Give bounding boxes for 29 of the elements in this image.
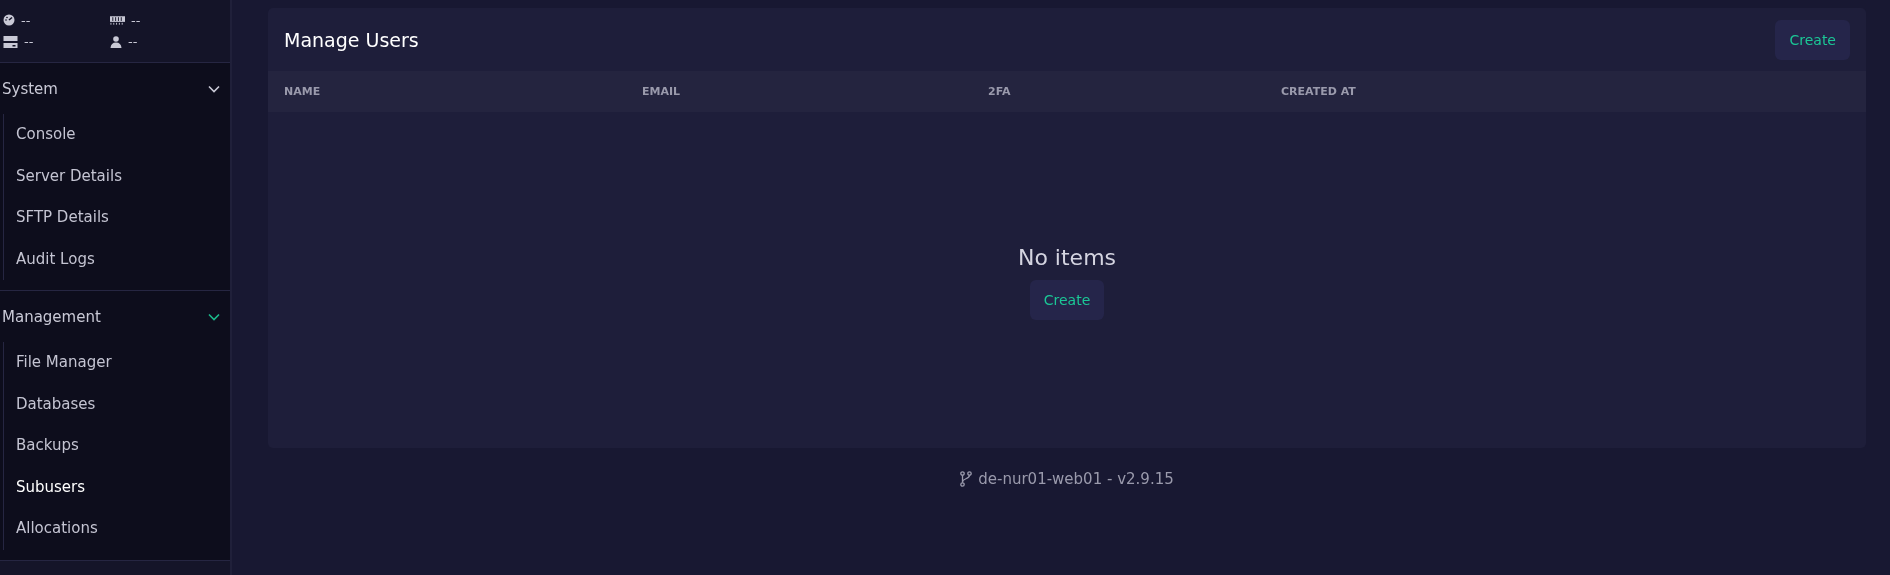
stat-value: -- <box>21 12 31 28</box>
gauge-icon <box>3 14 15 27</box>
stat-value: -- <box>128 34 138 50</box>
sidebar-item[interactable]: File Manager <box>4 342 230 384</box>
server-icon <box>3 35 18 48</box>
sidebar-item[interactable]: Console <box>4 114 230 156</box>
create-button[interactable]: Create <box>1029 280 1105 320</box>
column-header: CREATED AT <box>1281 85 1357 98</box>
stat-value: -- <box>24 34 34 50</box>
sidebar-item[interactable]: Backups <box>4 425 230 467</box>
card-title: Manage Users <box>284 28 419 51</box>
user-icon <box>110 35 122 48</box>
sidebar-item[interactable]: Allocations <box>4 508 230 550</box>
sidebar-item[interactable]: SFTP Details <box>4 197 230 239</box>
stat-value: -- <box>131 12 141 28</box>
column-header: EMAIL <box>642 85 682 98</box>
sidebar-item[interactable]: Server Details <box>4 155 230 197</box>
column-header: NAME <box>284 85 322 98</box>
sidebar-item[interactable]: Databases <box>4 383 230 425</box>
create-button[interactable]: Create <box>1775 19 1850 60</box>
version-text: de-nur01-web01 - v2.9.15 <box>978 470 1174 488</box>
memory-icon <box>110 14 125 27</box>
section-header[interactable]: System <box>0 63 230 114</box>
branch-icon <box>960 471 973 487</box>
sidebar-item[interactable]: Audit Logs <box>4 238 230 280</box>
section-header[interactable]: Management <box>0 291 230 342</box>
column-header: 2FA <box>988 85 1012 98</box>
empty-message: No items <box>1017 245 1117 270</box>
sidebar-item[interactable]: Subusers <box>4 466 230 508</box>
